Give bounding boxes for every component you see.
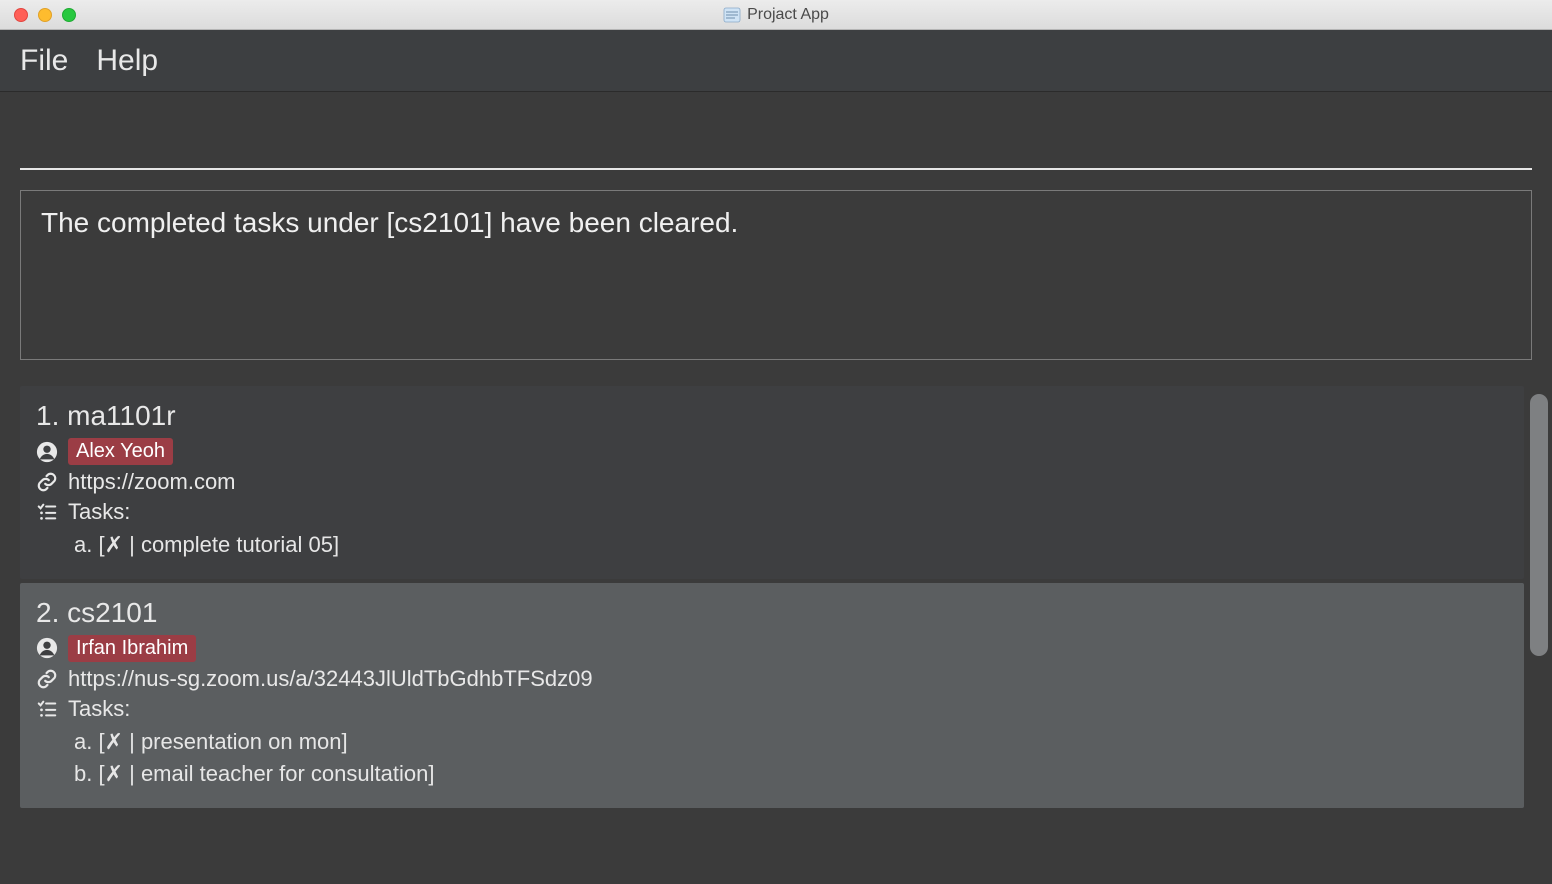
project-card[interactable]: 2. cs2101 Irfan Ibrahim https://nus-sg.zoo… [20, 583, 1524, 808]
project-people-row: Alex Yeoh [36, 438, 1508, 465]
titlebar: Projact App [0, 0, 1552, 30]
app-icon [723, 6, 741, 24]
project-title: 2. cs2101 [36, 597, 1508, 629]
project-tasks-row: Tasks: [36, 696, 1508, 722]
project-link: https://zoom.com [68, 469, 236, 495]
result-area: The completed tasks under [cs2101] have … [0, 170, 1552, 380]
scrollbar-thumb[interactable] [1530, 394, 1548, 656]
window-title: Projact App [747, 6, 829, 24]
menubar: File Help [0, 30, 1552, 92]
command-input[interactable] [20, 112, 1532, 170]
tasks-icon [36, 698, 58, 720]
tasks-label: Tasks: [68, 499, 130, 525]
tasks-label: Tasks: [68, 696, 130, 722]
project-link-row: https://nus-sg.zoom.us/a/32443JlUldTbGdh… [36, 666, 1508, 692]
command-area [0, 92, 1552, 170]
link-icon [36, 471, 58, 493]
project-tasks-row: Tasks: [36, 499, 1508, 525]
project-card[interactable]: 1. ma1101r Alex Yeoh https://zoom.com Tasks… [20, 386, 1524, 579]
person-icon [36, 637, 58, 659]
link-icon [36, 668, 58, 690]
minimize-window-button[interactable] [38, 8, 52, 22]
tasks-icon [36, 501, 58, 523]
menu-file[interactable]: File [20, 44, 68, 78]
project-link: https://nus-sg.zoom.us/a/32443JlUldTbGdh… [68, 666, 593, 692]
project-title: 1. ma1101r [36, 400, 1508, 432]
person-tag: Irfan Ibrahim [68, 635, 196, 662]
app-window: Projact App File Help The completed task… [0, 0, 1552, 884]
menu-help[interactable]: Help [96, 44, 158, 78]
person-icon [36, 441, 58, 463]
project-link-row: https://zoom.com [36, 469, 1508, 495]
close-window-button[interactable] [14, 8, 28, 22]
scrollbar[interactable] [1530, 394, 1548, 870]
window-controls [14, 8, 76, 22]
task-line: a. [✗ | presentation on mon] [74, 726, 1508, 758]
result-message: The completed tasks under [cs2101] have … [41, 207, 738, 238]
project-list: 1. ma1101r Alex Yeoh https://zoom.com Tasks… [0, 380, 1552, 884]
task-line: b. [✗ | email teacher for consultation] [74, 758, 1508, 790]
zoom-window-button[interactable] [62, 8, 76, 22]
person-tag: Alex Yeoh [68, 438, 173, 465]
project-people-row: Irfan Ibrahim [36, 635, 1508, 662]
result-box: The completed tasks under [cs2101] have … [20, 190, 1532, 360]
task-line: a. [✗ | complete tutorial 05] [74, 529, 1508, 561]
